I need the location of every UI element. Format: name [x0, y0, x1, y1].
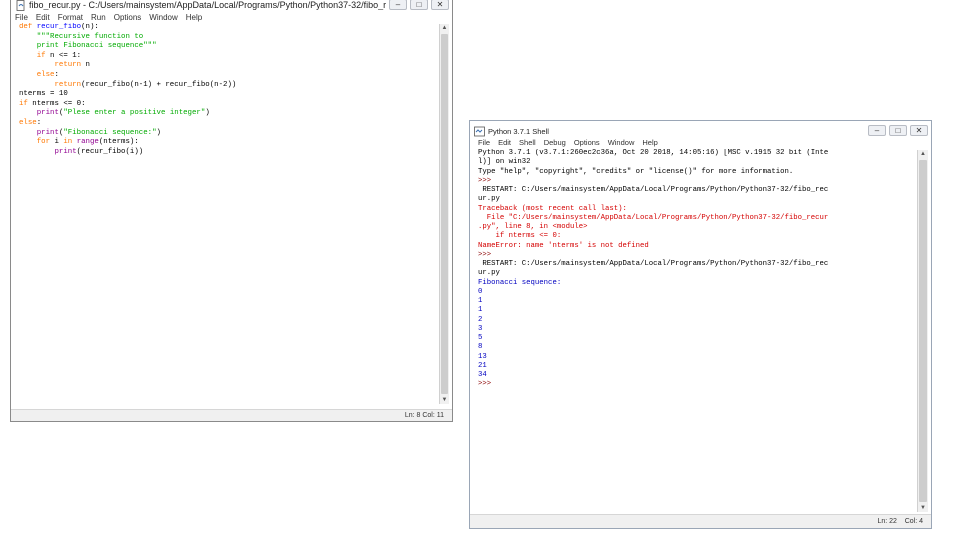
- editor-menu-window[interactable]: Window: [149, 13, 177, 23]
- code-line[interactable]: """Recursive function to: [19, 33, 437, 43]
- editor-code-area[interactable]: def recur_fibo(n): """Recursive function…: [17, 23, 437, 407]
- code-line[interactable]: print("Plese enter a positive integer"): [19, 109, 437, 119]
- shell-menubar: File Edit Shell Debug Options Window Help: [470, 138, 931, 149]
- shell-line[interactable]: 2: [478, 316, 916, 325]
- shell-menu-help[interactable]: Help: [642, 138, 657, 149]
- shell-menu-shell[interactable]: Shell: [519, 138, 536, 149]
- shell-line[interactable]: 34: [478, 371, 916, 380]
- code-line[interactable]: else:: [19, 71, 437, 81]
- shell-statusbar: Ln: 22 Col: 4: [470, 514, 931, 528]
- shell-line[interactable]: >>>: [478, 251, 916, 260]
- shell-line[interactable]: RESTART: C:/Users/mainsystem/AppData/Loc…: [478, 186, 916, 195]
- shell-line[interactable]: 8: [478, 343, 916, 352]
- shell-line[interactable]: File "C:/Users/mainsystem/AppData/Local/…: [478, 214, 916, 223]
- code-line[interactable]: if nterms <= 0:: [19, 100, 437, 110]
- shell-line[interactable]: Type "help", "copyright", "credits" or "…: [478, 168, 916, 177]
- shell-status-col: Col: 4: [904, 518, 923, 525]
- code-line[interactable]: print(recur_fibo(i)): [19, 148, 437, 158]
- editor-code[interactable]: def recur_fibo(n): """Recursive function…: [17, 23, 437, 157]
- shell-line[interactable]: Traceback (most recent call last):: [478, 205, 916, 214]
- close-icon[interactable]: ✕: [431, 0, 449, 10]
- shell-line[interactable]: 1: [478, 297, 916, 306]
- code-line[interactable]: print("Fibonacci sequence:"): [19, 129, 437, 139]
- shell-menu-debug[interactable]: Debug: [544, 138, 566, 149]
- shell-line[interactable]: ur.py: [478, 269, 916, 278]
- editor-menu-edit[interactable]: Edit: [36, 13, 50, 23]
- shell-scrollbar[interactable]: ▲ ▼: [917, 150, 928, 512]
- code-line[interactable]: print Fibonacci sequence""": [19, 42, 437, 52]
- shell-titlebar[interactable]: Python 3.7.1 Shell – □ ✕: [470, 124, 931, 138]
- scroll-down-icon[interactable]: ▼: [440, 396, 449, 404]
- shell-line[interactable]: NameError: name 'nterms' is not defined: [478, 242, 916, 251]
- shell-line[interactable]: .py", line 8, in <module>: [478, 223, 916, 232]
- minimize-icon[interactable]: –: [389, 0, 407, 10]
- scroll-down-icon[interactable]: ▼: [918, 504, 928, 512]
- editor-scrollbar[interactable]: ▲ ▼: [439, 24, 449, 404]
- editor-menubar: File Edit Format Run Options Window Help: [11, 13, 452, 23]
- code-line[interactable]: nterms = 10: [19, 90, 437, 100]
- shell-line[interactable]: 5: [478, 334, 916, 343]
- editor-window: fibo_recur.py - C:/Users/mainsystem/AppD…: [10, 0, 453, 422]
- shell-output-area[interactable]: Python 3.7.1 (v3.7.1:260ec2c36a, Oct 20 …: [478, 149, 916, 511]
- code-line[interactable]: return(recur_fibo(n-1) + recur_fibo(n-2)…: [19, 81, 437, 91]
- shell-line[interactable]: Fibonacci sequence:: [478, 279, 916, 288]
- shell-line[interactable]: 1: [478, 306, 916, 315]
- shell-line[interactable]: >>>: [478, 177, 916, 186]
- python-file-icon: [15, 0, 26, 11]
- editor-menu-help[interactable]: Help: [186, 13, 202, 23]
- editor-title: fibo_recur.py - C:/Users/mainsystem/AppD…: [29, 0, 386, 10]
- editor-menu-format[interactable]: Format: [58, 13, 83, 23]
- code-line[interactable]: def recur_fibo(n):: [19, 23, 437, 33]
- editor-statusbar: Ln: 8 Col: 11: [11, 409, 452, 421]
- python-shell-icon: [474, 126, 485, 137]
- maximize-icon[interactable]: □: [410, 0, 428, 10]
- minimize-icon[interactable]: –: [868, 125, 886, 136]
- shell-title: Python 3.7.1 Shell: [488, 126, 549, 136]
- shell-menu-edit[interactable]: Edit: [498, 138, 511, 149]
- shell-line[interactable]: >>>: [478, 380, 916, 389]
- scroll-thumb[interactable]: [919, 160, 927, 502]
- code-line[interactable]: if n <= 1:: [19, 52, 437, 62]
- shell-line[interactable]: 13: [478, 353, 916, 362]
- code-line[interactable]: for i in range(nterms):: [19, 138, 437, 148]
- code-line[interactable]: return n: [19, 61, 437, 71]
- code-line[interactable]: else:: [19, 119, 437, 129]
- editor-menu-options[interactable]: Options: [114, 13, 142, 23]
- editor-titlebar[interactable]: fibo_recur.py - C:/Users/mainsystem/AppD…: [11, 0, 452, 12]
- shell-line[interactable]: 3: [478, 325, 916, 334]
- shell-output[interactable]: Python 3.7.1 (v3.7.1:260ec2c36a, Oct 20 …: [478, 149, 916, 390]
- shell-status-ln: Ln: 22: [877, 518, 897, 525]
- shell-menu-file[interactable]: File: [478, 138, 490, 149]
- scroll-thumb[interactable]: [441, 34, 448, 394]
- editor-status-text: Ln: 8 Col: 11: [404, 412, 444, 419]
- shell-line[interactable]: if nterms <= 0:: [478, 232, 916, 241]
- editor-menu-run[interactable]: Run: [91, 13, 106, 23]
- shell-line[interactable]: 0: [478, 288, 916, 297]
- close-icon[interactable]: ✕: [910, 125, 928, 136]
- scroll-up-icon[interactable]: ▲: [918, 150, 928, 158]
- shell-line[interactable]: ur.py: [478, 195, 916, 204]
- shell-menu-window[interactable]: Window: [608, 138, 635, 149]
- shell-line[interactable]: 21: [478, 362, 916, 371]
- shell-line[interactable]: RESTART: C:/Users/mainsystem/AppData/Loc…: [478, 260, 916, 269]
- shell-menu-options[interactable]: Options: [574, 138, 600, 149]
- editor-menu-file[interactable]: File: [15, 13, 28, 23]
- shell-line[interactable]: Python 3.7.1 (v3.7.1:260ec2c36a, Oct 20 …: [478, 149, 916, 158]
- shell-line[interactable]: l)] on win32: [478, 158, 916, 167]
- shell-window: Python 3.7.1 Shell – □ ✕ File Edit Shell De…: [469, 120, 932, 529]
- scroll-up-icon[interactable]: ▲: [440, 24, 449, 32]
- maximize-icon[interactable]: □: [889, 125, 907, 136]
